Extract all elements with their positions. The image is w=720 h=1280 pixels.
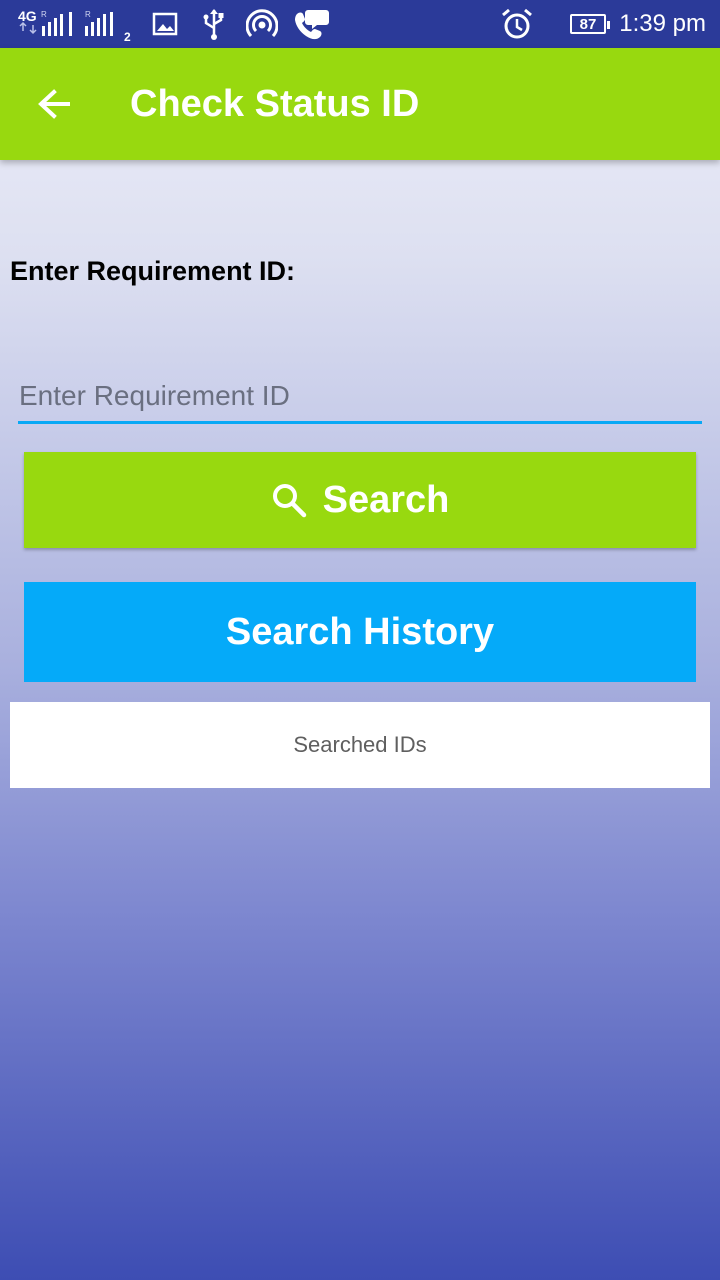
signal-icon: 4G R	[18, 0, 76, 48]
image-icon	[152, 0, 178, 48]
clock: 1:39 pm	[619, 10, 706, 37]
requirement-id-field	[18, 372, 703, 424]
search-button-label: Search	[322, 478, 450, 521]
sim2-label: 2	[124, 30, 131, 42]
svg-text:R: R	[41, 10, 47, 19]
searched-ids-placeholder: Searched IDs	[293, 732, 427, 757]
signal-2-icon: R 2	[84, 0, 136, 48]
requirement-id-input[interactable]	[18, 372, 703, 420]
search-button[interactable]: Search	[24, 452, 696, 548]
network-type-label: 4G	[18, 8, 37, 24]
alarm-icon	[500, 0, 534, 48]
arrow-back-icon	[38, 89, 70, 119]
search-icon	[271, 482, 307, 518]
hotspot-icon	[246, 0, 278, 48]
app-bar: Check Status ID	[0, 48, 720, 160]
page-title: Check Status ID	[130, 83, 420, 125]
search-history-label: Search History	[225, 610, 495, 653]
searched-ids-list: Searched IDs	[10, 702, 710, 788]
battery-level: 87	[579, 15, 597, 33]
usb-icon	[200, 0, 228, 48]
search-history-button[interactable]: Search History	[24, 582, 696, 682]
requirement-id-label: Enter Requirement ID:	[10, 256, 296, 286]
call-message-icon	[292, 0, 330, 48]
svg-text:R: R	[85, 10, 91, 19]
battery-icon: 87	[570, 14, 610, 34]
status-bar: 4G R R 2 87 1:39 pm	[0, 0, 720, 48]
back-button[interactable]	[30, 82, 82, 126]
